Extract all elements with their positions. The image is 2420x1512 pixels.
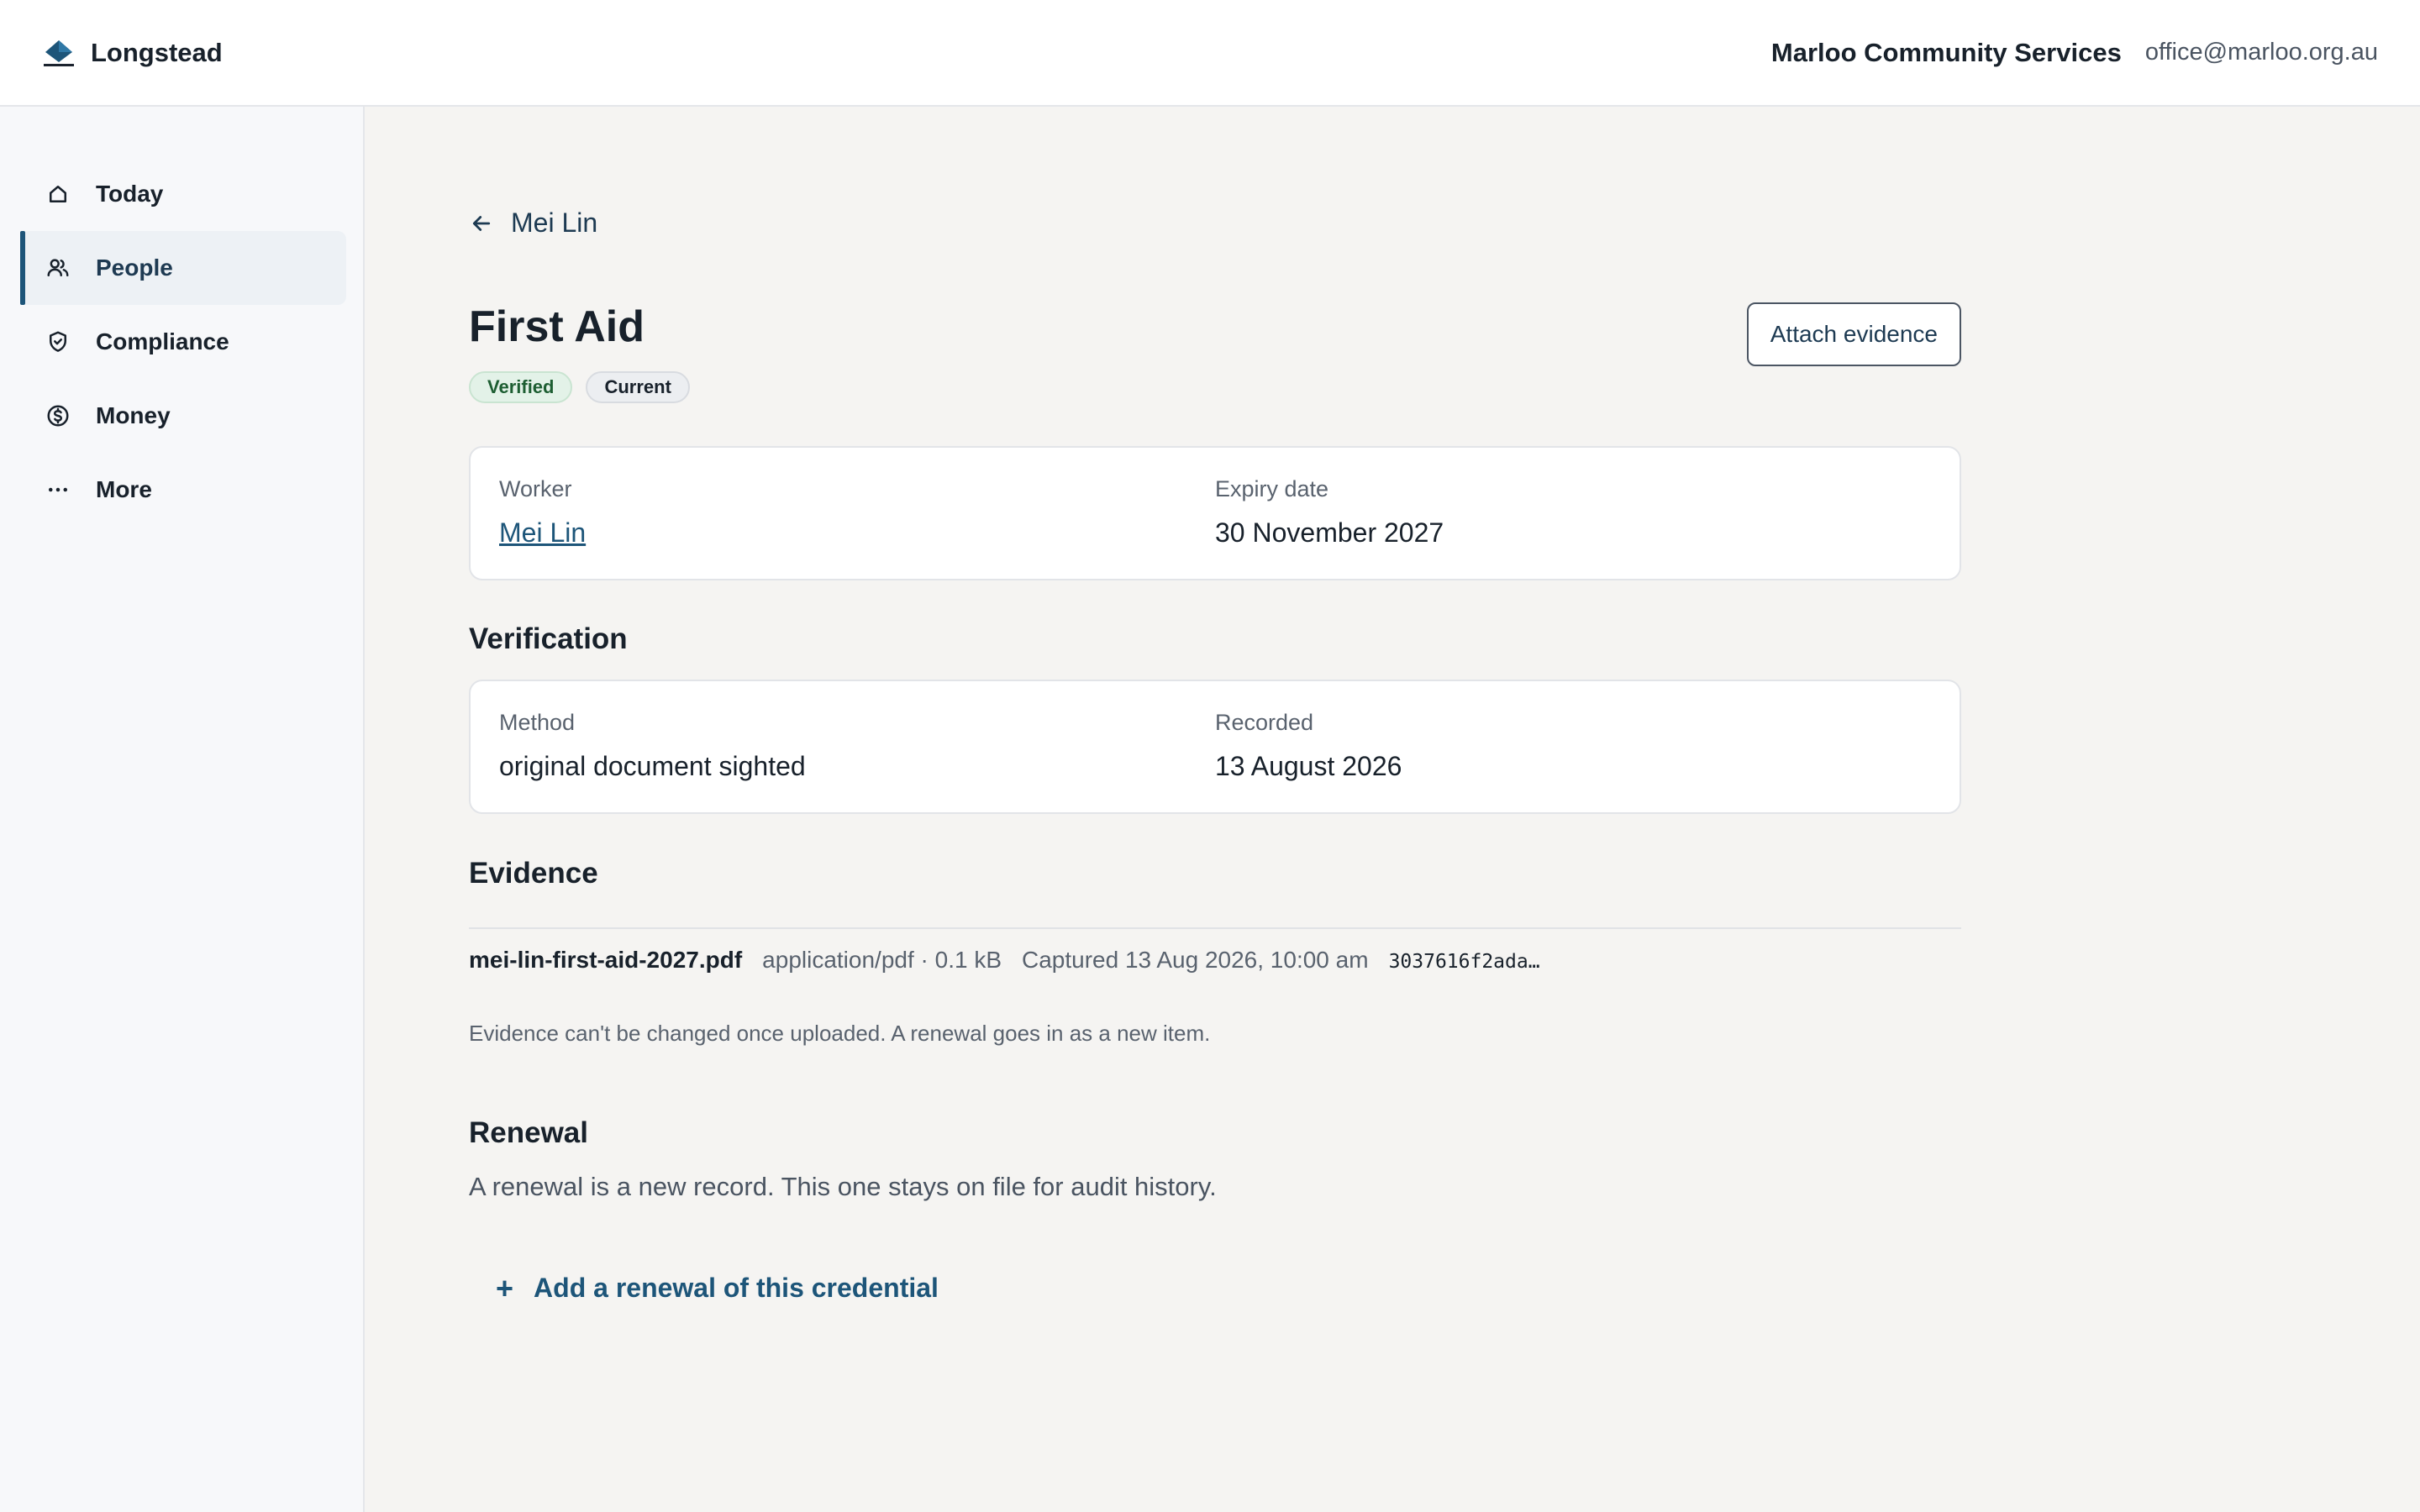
org-email: office@marloo.org.au [2144, 39, 2378, 66]
verification-heading: Verification [469, 622, 628, 655]
evidence-divider [469, 927, 1961, 929]
sidebar-item-today[interactable]: Today [20, 157, 346, 231]
evidence-file-name[interactable]: mei-lin-first-aid-2027.pdf [469, 947, 742, 974]
evidence-captured: Captured 13 Aug 2026, 10:00 am [1022, 947, 1369, 973]
org-info: Marloo Community Services office@marloo.… [1771, 38, 2378, 68]
method-label: Method [499, 710, 576, 735]
shield-check-icon [50, 331, 66, 352]
sidebar-item-label: More [96, 476, 152, 502]
sidebar-item-people[interactable]: People [20, 231, 346, 305]
recorded-field: Recorded 13 August 2026 [1215, 710, 1931, 812]
recorded-label: Recorded [1215, 710, 1314, 735]
status-badges: Verified Current [469, 371, 690, 403]
evidence-heading: Evidence [469, 857, 598, 890]
evidence-item[interactable]: mei-lin-first-aid-2027.pdf application/p… [469, 947, 1540, 974]
expiry-label: Expiry date [1215, 476, 1329, 501]
expiry-value: 30 November 2027 [1215, 517, 1444, 548]
add-renewal-label: Add a renewal of this credential [534, 1273, 939, 1303]
method-field: Method original document sighted [499, 710, 1215, 812]
sidebar-item-label: Money [96, 402, 171, 428]
sidebar: Today People Compliance Money More [0, 107, 365, 1512]
evidence-hash: 3037616f2ada… [1388, 951, 1540, 973]
evidence-file-type: application/pdf · 0.1 kB [762, 947, 1002, 973]
home-icon [50, 186, 66, 202]
current-badge: Current [586, 371, 690, 403]
worker-link[interactable]: Mei Lin [499, 517, 1215, 549]
top-bar: Longstead Marloo Community Services offi… [0, 0, 2420, 107]
sidebar-item-label: Today [96, 181, 164, 207]
attach-evidence-button[interactable]: Attach evidence [1746, 302, 1961, 366]
people-icon [47, 259, 69, 276]
worker-field: Worker Mei Lin [499, 476, 1215, 579]
renewal-heading: Renewal [469, 1116, 588, 1149]
back-link-label: Mei Lin [511, 207, 598, 238]
verified-badge: Verified [469, 371, 573, 403]
back-link[interactable]: Mei Lin [469, 207, 597, 239]
method-value: original document sighted [499, 751, 806, 781]
verification-card: Method original document sighted Recorde… [469, 680, 1961, 814]
org-name: Marloo Community Services [1770, 37, 2122, 67]
page-title: First Aid [469, 302, 644, 351]
ellipsis-icon [49, 487, 67, 492]
brand[interactable]: Longstead [42, 38, 223, 68]
worker-label: Worker [499, 476, 572, 501]
renewal-description: A renewal is a new record. This one stay… [469, 1172, 1217, 1201]
dollar-circle-icon [47, 405, 69, 427]
add-renewal-button[interactable]: + Add a renewal of this credential [496, 1273, 939, 1304]
details-card: Worker Mei Lin Expiry date 30 November 2… [469, 446, 1961, 580]
sidebar-item-more[interactable]: More [20, 453, 346, 527]
app-name: Longstead [91, 37, 223, 67]
arrow-left-icon [472, 215, 491, 231]
sidebar-item-label: Compliance [96, 328, 229, 354]
sidebar-item-money[interactable]: Money [20, 379, 346, 453]
expiry-field: Expiry date 30 November 2027 [1215, 476, 1931, 579]
plus-icon: + [496, 1270, 514, 1305]
evidence-note: Evidence can't be changed once uploaded.… [469, 1021, 1211, 1046]
recorded-value: 13 August 2026 [1215, 751, 1402, 781]
sidebar-item-label: People [96, 255, 173, 281]
longstead-logo-icon [44, 39, 74, 66]
sidebar-item-compliance[interactable]: Compliance [20, 305, 346, 379]
